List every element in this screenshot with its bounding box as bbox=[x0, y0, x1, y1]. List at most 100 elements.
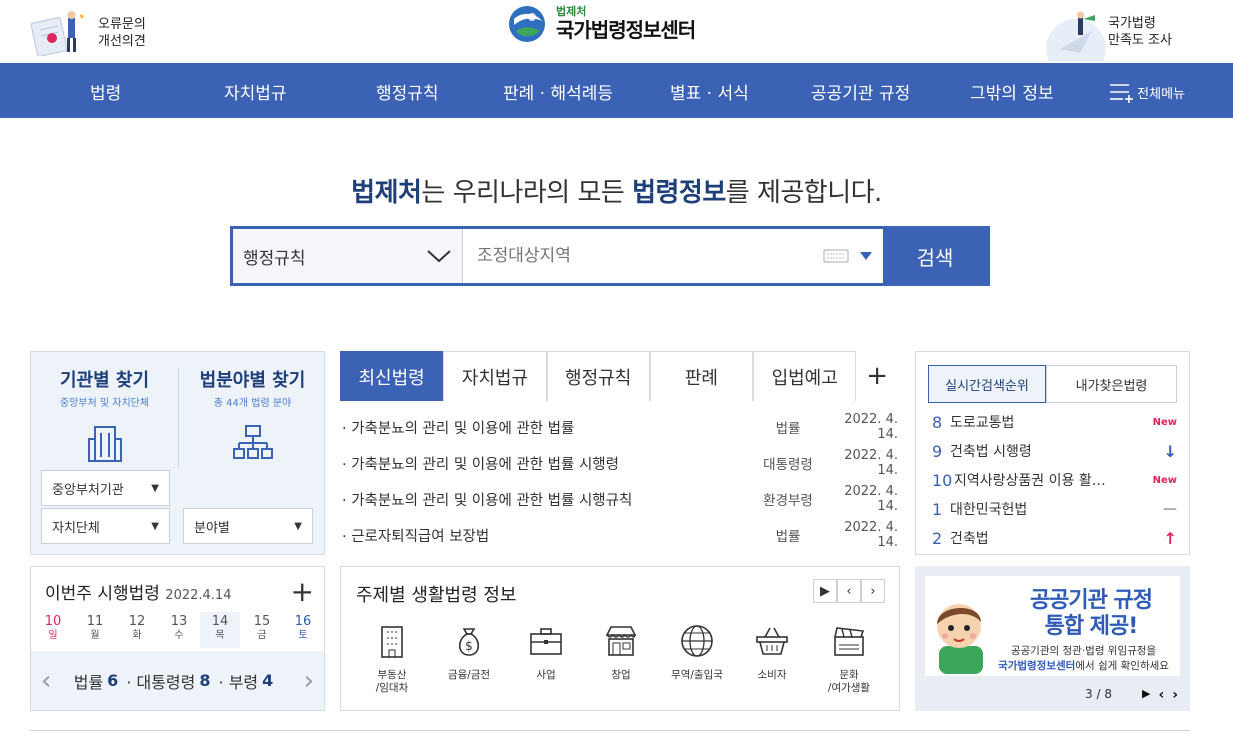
rank-law-name[interactable]: 지역사랑상품권 이용 활… bbox=[954, 470, 1147, 490]
news-title[interactable]: · 가축분뇨의 관리 및 이용에 관한 법률 bbox=[342, 417, 748, 438]
header: 오류문의 개선의견 법제처 국가법령정보센터 국가법령 만족도 조사 bbox=[0, 0, 1233, 79]
field-finder-title[interactable]: 법분야별 찾기 bbox=[179, 366, 326, 392]
life-item-label: 사업 bbox=[536, 669, 556, 681]
life-item-finance[interactable]: $ 금융/금전 bbox=[435, 623, 503, 682]
rank-row[interactable]: 2 건축법 ↑ bbox=[932, 527, 1177, 549]
local-gov-select[interactable]: 자치단체 ▼ bbox=[41, 508, 170, 544]
news-row[interactable]: · 가축분뇨의 관리 및 이용에 관한 법률 법률 2022. 4. 14. bbox=[342, 412, 898, 442]
search-tools bbox=[813, 229, 883, 283]
promo-banner[interactable]: 공공기관 규정 통합 제공! 공공기관의 정관·법령 위임규정을 국가법령정보센… bbox=[915, 566, 1190, 711]
more-plus-icon[interactable]: + bbox=[856, 351, 899, 401]
prev-chevron-icon[interactable]: ‹ bbox=[41, 666, 51, 696]
promo-banner-card[interactable]: 공공기관 규정 통합 제공! 공공기관의 정관·법령 위임규정을 국가법령정보센… bbox=[925, 576, 1180, 676]
rank-law-name[interactable]: 건축법 시행령 bbox=[950, 441, 1147, 461]
rank-law-name[interactable]: 도로교통법 bbox=[950, 412, 1147, 432]
life-item-real-estate[interactable]: 부동산 /임대차 bbox=[358, 623, 426, 695]
site-logo[interactable]: 법제처 국가법령정보센터 bbox=[508, 5, 696, 43]
field-finder-sub: 총 44개 법령 분야 bbox=[213, 398, 292, 409]
nav-item-admin-rules[interactable]: 행정규칙 bbox=[376, 79, 439, 104]
nav-item-precedents[interactable]: 판례 · 해석례등 bbox=[503, 79, 613, 104]
banner-play-icon[interactable]: ▶ bbox=[1142, 687, 1150, 703]
field-select[interactable]: 분야별 ▼ bbox=[183, 508, 313, 544]
tab-my-laws[interactable]: 내가찾은법령 bbox=[1046, 365, 1177, 403]
tab-admin-rules[interactable]: 행정규칙 bbox=[546, 351, 650, 401]
search-button[interactable]: 검색 bbox=[883, 229, 987, 283]
feedback-link[interactable]: 오류문의 개선의견 bbox=[30, 10, 170, 57]
day-fri[interactable]: 15 금 bbox=[242, 615, 282, 643]
news-title[interactable]: · 가축분뇨의 관리 및 이용에 관한 법률 시행령 bbox=[342, 453, 748, 474]
law-count[interactable]: 6 bbox=[107, 671, 118, 690]
news-date: 2022. 4. 14. bbox=[844, 520, 898, 550]
logo-small-text: 법제처 bbox=[556, 5, 587, 18]
search-ranking-panel: 실시간검색순위 내가찾은법령 8 도로교통법 New 9 건축법 시행령 ↓ 1… bbox=[915, 351, 1190, 555]
tab-precedents[interactable]: 판례 bbox=[649, 351, 754, 401]
day-number: 16 bbox=[294, 614, 312, 629]
feedback-line2: 개선의견 bbox=[98, 34, 146, 49]
tab-local-laws[interactable]: 자치법규 bbox=[443, 351, 547, 401]
search-input[interactable] bbox=[463, 229, 813, 283]
rank-row[interactable]: 1 대한민국헌법 — bbox=[932, 498, 1177, 520]
news-row[interactable]: · 근로자퇴직급여 보장법 법률 2022. 4. 14. bbox=[342, 520, 898, 550]
day-sat[interactable]: 16 토 bbox=[283, 615, 323, 643]
rank-law-name[interactable]: 건축법 bbox=[950, 528, 1147, 548]
banner-next-icon[interactable]: › bbox=[1172, 687, 1178, 703]
weekly-more-plus-icon[interactable]: + bbox=[291, 575, 314, 608]
banner-page-indicator: 3 / 8 bbox=[1085, 687, 1112, 701]
next-chevron-icon[interactable]: › bbox=[304, 666, 314, 696]
agency-finder-title[interactable]: 기관별 찾기 bbox=[31, 366, 178, 392]
day-sun[interactable]: 10 일 bbox=[33, 615, 73, 643]
central-agency-select[interactable]: 중앙부처기관 ▼ bbox=[41, 470, 170, 506]
ministry-decree-label[interactable]: · 부령 bbox=[219, 669, 259, 693]
day-number: 14 bbox=[211, 614, 229, 629]
next-icon[interactable]: › bbox=[861, 579, 885, 603]
news-title[interactable]: · 가축분뇨의 관리 및 이용에 관한 법률 시행규칙 bbox=[342, 489, 748, 510]
tab-latest-laws[interactable]: 최신법령 bbox=[340, 351, 444, 401]
nav-item-other-info[interactable]: 그밖의 정보 bbox=[970, 79, 1054, 104]
life-item-business[interactable]: 사업 bbox=[512, 623, 580, 682]
nav-item-public-rules[interactable]: 공공기관 규정 bbox=[811, 79, 910, 104]
nav-item-forms[interactable]: 별표 · 서식 bbox=[670, 79, 749, 104]
weekly-laws-date: 2022.4.14 bbox=[165, 588, 232, 603]
day-number: 13 bbox=[170, 614, 188, 629]
nav-item-laws[interactable]: 법령 bbox=[90, 79, 121, 104]
dropdown-triangle-icon[interactable] bbox=[859, 251, 873, 261]
banner-sub2-rest: 에서 쉽게 확인하세요 bbox=[1075, 660, 1169, 672]
keyboard-icon[interactable] bbox=[823, 249, 849, 263]
tab-legislation-notice[interactable]: 입법예고 bbox=[753, 351, 857, 401]
building-icon bbox=[381, 626, 403, 658]
banner-prev-icon[interactable]: ‹ bbox=[1158, 687, 1164, 703]
pres-decree-count[interactable]: 8 bbox=[199, 671, 210, 690]
rank-row[interactable]: 10 지역사랑상품권 이용 활… New bbox=[932, 469, 1177, 491]
news-type: 법률 bbox=[775, 421, 801, 437]
day-thu-selected[interactable]: 14 목 bbox=[200, 612, 240, 648]
prev-icon[interactable]: ‹ bbox=[837, 579, 861, 603]
survey-link[interactable]: 국가법령 만족도 조사 bbox=[1040, 6, 1190, 79]
day-wed[interactable]: 13 수 bbox=[159, 615, 199, 643]
rank-change-badge: New bbox=[1152, 416, 1177, 428]
news-row[interactable]: · 가축분뇨의 관리 및 이용에 관한 법률 시행령 대통령령 2022. 4.… bbox=[342, 448, 898, 478]
all-menu-button[interactable]: 전체메뉴 bbox=[1109, 81, 1185, 103]
life-item-startup[interactable]: 창업 bbox=[587, 623, 655, 682]
news-row[interactable]: · 가축분뇨의 관리 및 이용에 관한 법률 시행규칙 환경부령 2022. 4… bbox=[342, 484, 898, 514]
nav-item-local-laws[interactable]: 자치법규 bbox=[224, 79, 287, 104]
play-icon[interactable]: ▶ bbox=[813, 579, 837, 603]
day-weekday: 월 bbox=[90, 630, 100, 641]
news-title[interactable]: · 근로자퇴직급여 보장법 bbox=[342, 525, 748, 546]
rank-row[interactable]: 9 건축법 시행령 ↓ bbox=[932, 440, 1177, 462]
day-tue[interactable]: 12 화 bbox=[117, 615, 157, 643]
search-category-select[interactable]: 행정규칙 bbox=[233, 229, 463, 283]
law-label[interactable]: 법률 bbox=[74, 669, 103, 693]
life-item-trade[interactable]: 무역/출입국 bbox=[663, 623, 731, 682]
pres-decree-label[interactable]: · 대통령령 bbox=[126, 669, 195, 693]
life-item-culture[interactable]: 문화 /여가생활 bbox=[815, 623, 883, 695]
chevron-down-icon bbox=[427, 250, 451, 263]
banner-headline: 공공기관 규정 통합 제공! bbox=[1007, 588, 1175, 640]
tab-realtime-ranking[interactable]: 실시간검색순위 bbox=[928, 365, 1046, 403]
life-item-consumer[interactable]: 소비자 bbox=[738, 623, 806, 682]
rank-law-name[interactable]: 대한민국헌법 bbox=[950, 499, 1147, 519]
day-mon[interactable]: 11 월 bbox=[75, 615, 115, 643]
globe-icon bbox=[681, 625, 713, 657]
caret-down-icon: ▼ bbox=[151, 482, 159, 494]
rank-row[interactable]: 8 도로교통법 New bbox=[932, 411, 1177, 433]
ministry-decree-count[interactable]: 4 bbox=[262, 671, 273, 690]
